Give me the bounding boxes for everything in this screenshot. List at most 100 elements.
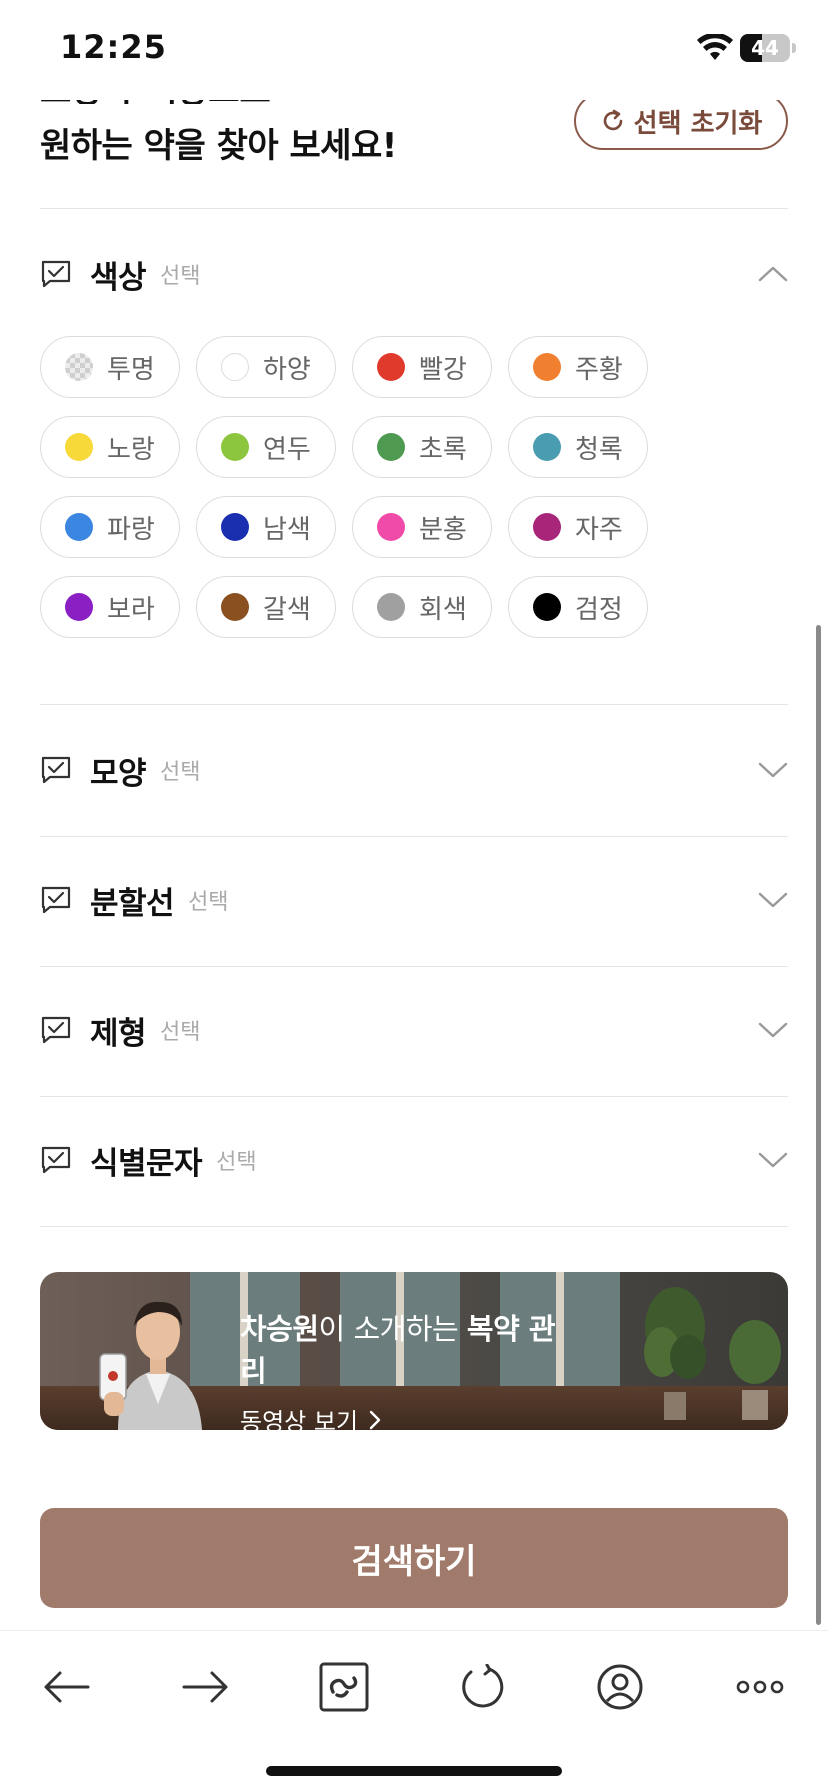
banner-title: 차승원이 소개하는 복약 관리	[240, 1306, 570, 1390]
color-chip-label: 갈색	[263, 594, 311, 625]
reload-button[interactable]	[452, 1657, 512, 1717]
section-form-sub: 선택	[160, 1020, 201, 1045]
color-swatch	[533, 513, 561, 541]
color-chip[interactable]: 회색	[352, 576, 492, 638]
color-chip[interactable]: 연두	[196, 416, 336, 478]
color-swatch	[221, 593, 249, 621]
section-color-title: 색상	[90, 259, 147, 296]
home-indicator[interactable]	[266, 1766, 562, 1776]
banner-text: 차승원이 소개하는 복약 관리 동영상 보기	[240, 1306, 570, 1430]
divider	[40, 208, 788, 209]
section-color-header[interactable]: 색상 선택	[40, 244, 788, 304]
chevron-up-icon[interactable]	[758, 262, 788, 286]
color-swatch	[377, 433, 405, 461]
color-chip-label: 남색	[263, 514, 311, 545]
color-chip-label: 회색	[419, 594, 467, 625]
color-chip[interactable]: 자주	[508, 496, 648, 558]
section-shape-title: 모양	[90, 755, 147, 792]
chevron-right-icon	[369, 1410, 381, 1429]
refresh-icon	[603, 109, 622, 131]
color-chip-label: 파랑	[107, 514, 155, 545]
divider	[40, 836, 788, 837]
chevron-down-icon[interactable]	[758, 888, 788, 912]
reset-selection-label: 선택 초기화	[633, 108, 763, 139]
color-swatch	[377, 353, 405, 381]
color-swatch	[221, 433, 249, 461]
chevron-down-icon[interactable]	[758, 1018, 788, 1042]
color-chip[interactable]: 주황	[508, 336, 648, 398]
color-chip-label: 자주	[575, 514, 623, 545]
scrollbar[interactable]	[816, 625, 821, 1625]
user-icon	[597, 1664, 643, 1710]
banner-presenter-name: 차승원	[240, 1312, 319, 1346]
color-swatch	[65, 593, 93, 621]
section-color-sub: 선택	[160, 264, 201, 289]
color-chip-label: 초록	[419, 434, 467, 465]
battery-icon: 44	[740, 34, 790, 62]
divider	[40, 1226, 788, 1227]
check-bubble-icon	[41, 260, 71, 288]
color-chip-label: 주황	[575, 354, 623, 385]
color-swatch	[533, 593, 561, 621]
profile-button[interactable]	[590, 1657, 650, 1717]
color-chip[interactable]: 빨강	[352, 336, 492, 398]
color-chip-label: 연두	[263, 434, 311, 465]
banner-title-middle: 이 소개하는	[318, 1312, 467, 1346]
section-split-sub: 선택	[188, 890, 229, 915]
more-button[interactable]	[730, 1657, 790, 1717]
color-swatch	[65, 513, 93, 541]
section-form-header[interactable]: 제형 선택	[40, 1000, 788, 1060]
section-mark-sub: 선택	[216, 1150, 257, 1175]
video-banner[interactable]: 차승원이 소개하는 복약 관리 동영상 보기	[40, 1272, 788, 1430]
watch-video-link[interactable]: 동영상 보기	[240, 1402, 570, 1430]
color-swatch	[533, 353, 561, 381]
color-chip[interactable]: 남색	[196, 496, 336, 558]
color-chip-label: 분홍	[419, 514, 467, 545]
plant-image	[644, 1287, 706, 1420]
back-button[interactable]	[36, 1657, 96, 1717]
battery-tip	[792, 43, 796, 53]
app-home-button[interactable]	[314, 1657, 374, 1717]
color-chip-label: 보라	[107, 594, 155, 625]
check-bubble-icon	[41, 756, 71, 784]
status-time: 12:25	[60, 28, 167, 66]
section-mark-header[interactable]: 식별문자 선택	[40, 1130, 788, 1190]
color-chip[interactable]: 하양	[196, 336, 336, 398]
color-chip-label: 청록	[575, 434, 623, 465]
reload-icon	[462, 1664, 504, 1708]
reset-selection-button[interactable]: 선택 초기화	[574, 92, 788, 150]
divider	[40, 966, 788, 967]
color-chip[interactable]: 투명	[40, 336, 180, 398]
color-chip[interactable]: 초록	[352, 416, 492, 478]
chevron-down-icon[interactable]	[758, 1148, 788, 1172]
check-bubble-icon	[41, 1146, 71, 1174]
chevron-down-icon[interactable]	[758, 758, 788, 782]
check-bubble-icon	[41, 1016, 71, 1044]
color-chip[interactable]: 검정	[508, 576, 648, 638]
color-chip[interactable]: 분홍	[352, 496, 492, 558]
color-swatch	[377, 593, 405, 621]
section-mark-title: 식별문자	[90, 1145, 203, 1182]
color-swatch	[533, 433, 561, 461]
color-chip[interactable]: 청록	[508, 416, 648, 478]
divider	[40, 1096, 788, 1097]
color-chip[interactable]: 노랑	[40, 416, 180, 478]
color-chip[interactable]: 갈색	[196, 576, 336, 638]
forward-button[interactable]	[176, 1657, 236, 1717]
divider	[40, 704, 788, 705]
search-button[interactable]: 검색하기	[40, 1508, 788, 1608]
section-shape-header[interactable]: 모양 선택	[40, 740, 788, 800]
section-split-title: 분할선	[90, 885, 175, 922]
color-swatch	[221, 513, 249, 541]
app-logo-icon	[319, 1662, 369, 1712]
watch-video-label: 동영상 보기	[240, 1408, 359, 1430]
color-swatch	[65, 353, 93, 381]
section-split-header[interactable]: 분할선 선택	[40, 870, 788, 930]
color-chip[interactable]: 보라	[40, 576, 180, 638]
color-chip-label: 빨강	[419, 354, 467, 385]
color-swatch	[221, 353, 249, 381]
color-chip[interactable]: 파랑	[40, 496, 180, 558]
more-dots-icon	[736, 1680, 784, 1694]
section-form-title: 제형	[90, 1015, 147, 1052]
color-chip-label: 하양	[263, 354, 311, 385]
